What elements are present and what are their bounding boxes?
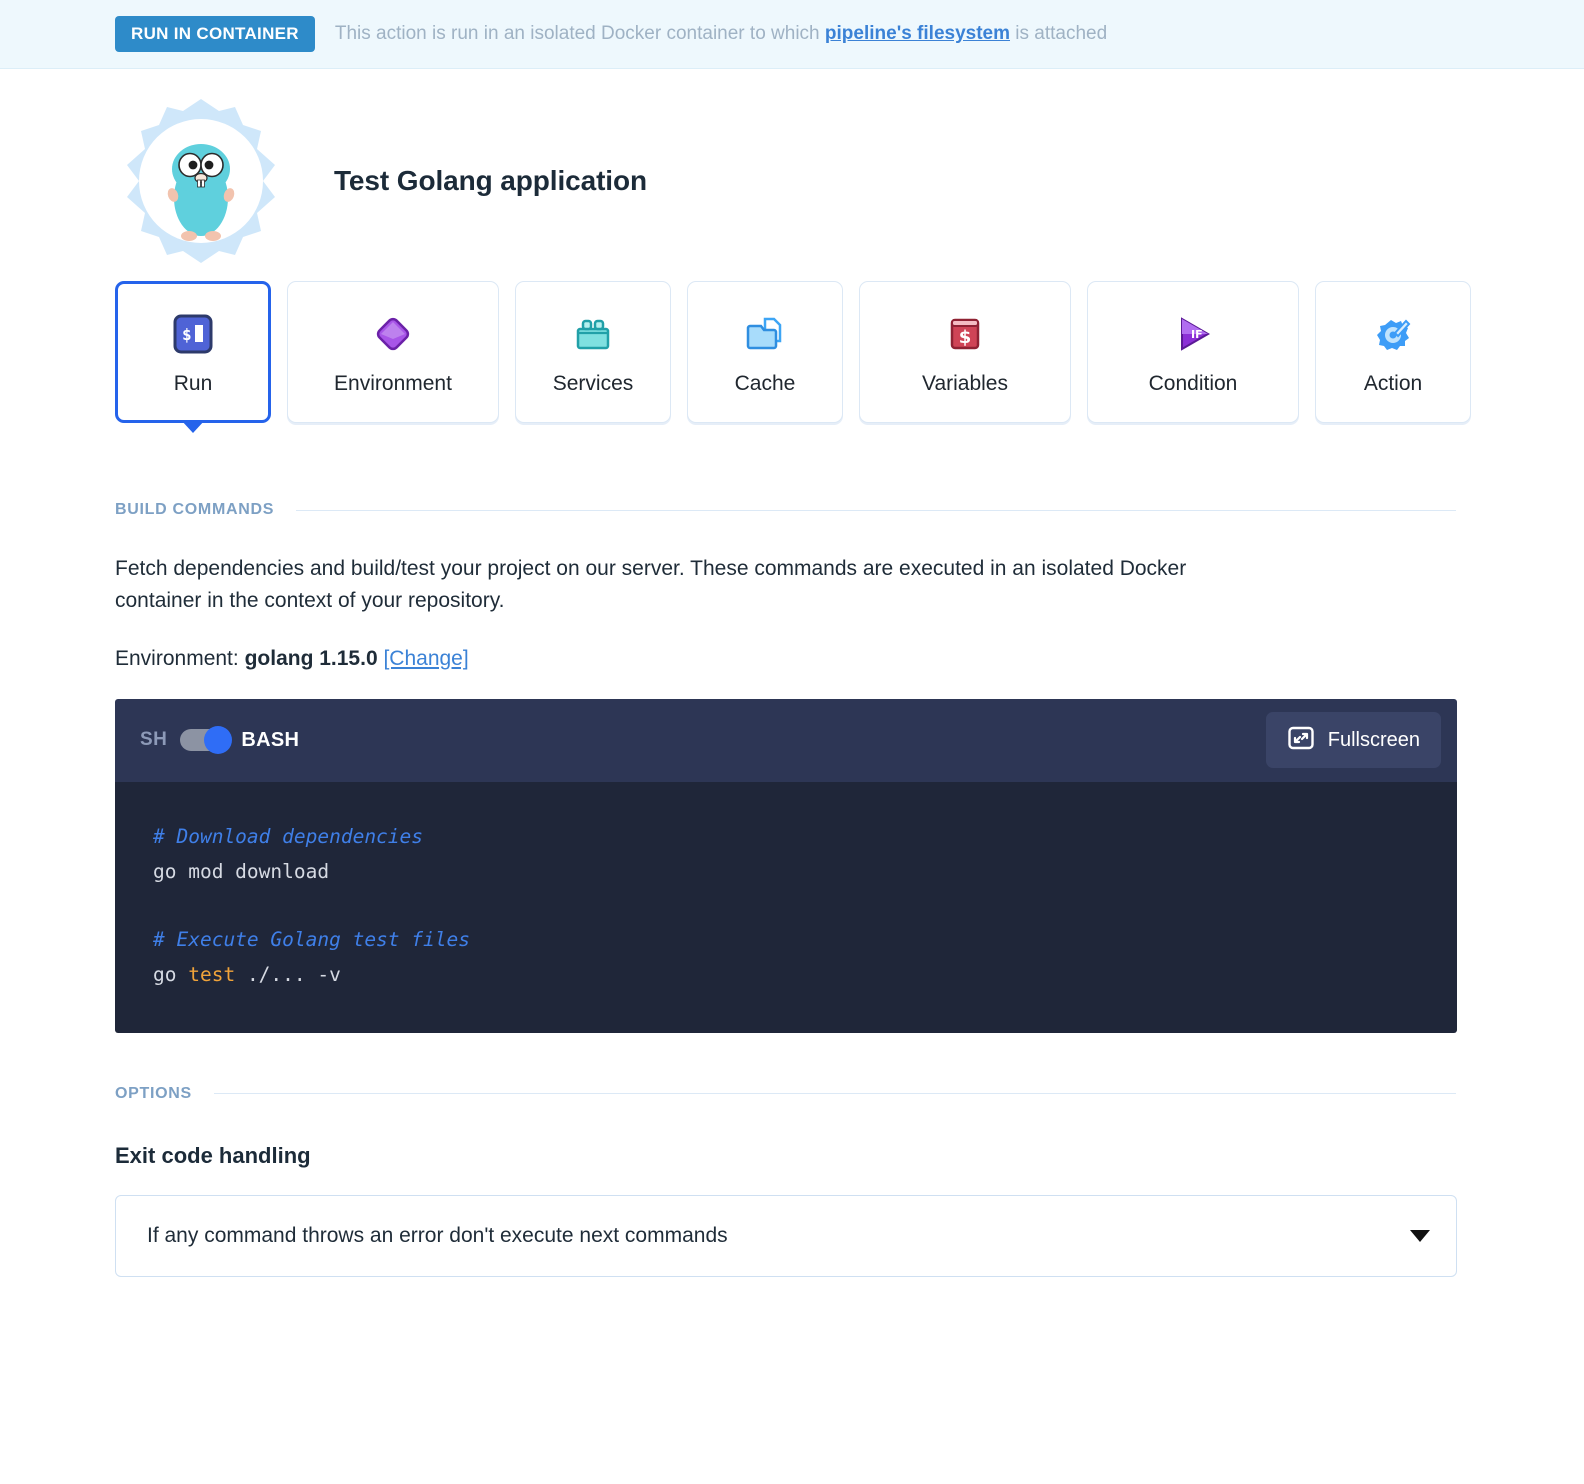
- if-play-icon: IF: [1171, 308, 1215, 360]
- purple-diamond-icon: [371, 308, 415, 360]
- section-divider: [213, 1093, 1456, 1095]
- build-commands-title: BUILD COMMANDS: [115, 501, 275, 518]
- tab-variables-label: Variables: [922, 372, 1008, 395]
- tab-cache-label: Cache: [734, 372, 796, 395]
- svg-text:$: $: [959, 327, 972, 348]
- environment-change-link[interactable]: [Change]: [383, 647, 468, 670]
- environment-line: Environment: golang 1.15.0 [Change]: [0, 647, 1584, 671]
- red-dollar-card-icon: $: [943, 308, 987, 360]
- chevron-down-icon: [1410, 1229, 1430, 1242]
- svg-text:$: $: [182, 325, 192, 344]
- tab-services[interactable]: Services: [515, 281, 671, 423]
- editor-toolbar: SH BASH Fullscreen: [115, 698, 1457, 782]
- environment-prefix: Environment:: [115, 646, 239, 670]
- code-line: # Execute Golang test files: [153, 928, 470, 952]
- tab-action[interactable]: Action: [1315, 281, 1471, 423]
- action-tab-strip: $ Run Environment Services Cache $ Varia…: [0, 281, 1584, 423]
- run-in-container-banner: RUN IN CONTAINER This action is run in a…: [0, 0, 1584, 69]
- action-header: Test Golang application: [0, 87, 1584, 275]
- build-commands-description: Fetch dependencies and build/test your p…: [115, 557, 1187, 612]
- tab-condition[interactable]: IF Condition: [1087, 281, 1299, 423]
- banner-text-after: is attached: [1010, 23, 1108, 44]
- terminal-prompt-icon: $: [171, 308, 215, 360]
- code-line: go mod download: [153, 859, 330, 883]
- code-area[interactable]: # Download dependencies go mod download …: [115, 781, 1457, 1033]
- tab-variables[interactable]: $ Variables: [859, 281, 1071, 423]
- tab-services-label: Services: [552, 372, 634, 395]
- code-token-keyword: test: [188, 962, 236, 986]
- fullscreen-button[interactable]: Fullscreen: [1265, 712, 1441, 769]
- toggle-knob: [204, 726, 233, 755]
- tab-cache[interactable]: Cache: [687, 281, 843, 423]
- build-commands-section-header: BUILD COMMANDS: [0, 501, 1584, 519]
- tab-action-label: Action: [1363, 372, 1423, 395]
- teal-crate-icon: [571, 308, 615, 360]
- code-token-pre: go: [153, 962, 189, 986]
- options-section-header: OPTIONS: [0, 1085, 1584, 1103]
- tab-environment[interactable]: Environment: [287, 281, 499, 423]
- command-editor: SH BASH Fullscreen # Download dependenci…: [115, 698, 1457, 1033]
- section-divider: [296, 509, 1456, 511]
- expand-fullscreen-icon: [1287, 724, 1315, 757]
- shell-type-toggle[interactable]: [180, 726, 233, 755]
- shell-sh-label: SH: [140, 729, 168, 751]
- page-title: Test Golang application: [334, 165, 647, 196]
- svg-text:IF: IF: [1191, 328, 1203, 341]
- code-line: # Download dependencies: [153, 824, 424, 848]
- exit-code-handling-value: If any command throws an error don't exe…: [147, 1223, 728, 1247]
- exit-code-handling-select[interactable]: If any command throws an error don't exe…: [115, 1194, 1457, 1277]
- options-title: OPTIONS: [115, 1084, 192, 1102]
- code-line: go test ./... -v: [153, 958, 1457, 993]
- gear-wrench-icon: [1371, 308, 1415, 360]
- golang-gopher-gear-icon: [115, 95, 287, 267]
- tab-run[interactable]: $ Run: [115, 281, 271, 423]
- fullscreen-label: Fullscreen: [1327, 728, 1420, 751]
- shell-bash-label: BASH: [241, 728, 300, 751]
- folder-document-icon: [743, 308, 787, 360]
- code-token-post: ./... -v: [235, 962, 341, 986]
- tab-run-label: Run: [173, 372, 213, 395]
- exit-code-handling-label: Exit code handling: [115, 1142, 311, 1168]
- pipeline-filesystem-link[interactable]: pipeline's filesystem: [825, 23, 1010, 44]
- environment-value: golang 1.15.0: [244, 646, 378, 670]
- run-in-container-badge: RUN IN CONTAINER: [115, 16, 315, 52]
- tab-environment-label: Environment: [334, 372, 452, 395]
- banner-description: This action is run in an isolated Docker…: [335, 23, 1107, 45]
- tab-condition-label: Condition: [1148, 372, 1238, 395]
- banner-text-before: This action is run in an isolated Docker…: [334, 23, 825, 44]
